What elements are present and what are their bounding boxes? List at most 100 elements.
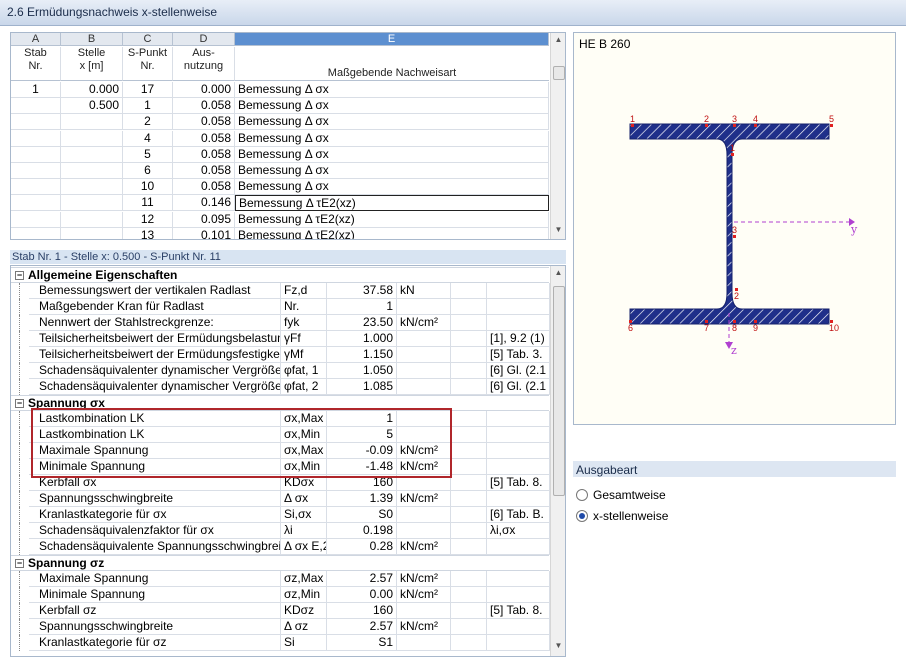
section-header[interactable]: − Allgemeine Eigenschaften <box>11 267 549 283</box>
table-cell-art[interactable]: Bemessung Δ σx <box>235 163 549 179</box>
table-cell-ausnutzung[interactable]: 0.058 <box>173 114 235 131</box>
table-cell-ausnutzung[interactable]: 0.101 <box>173 227 235 239</box>
table-cell-stab[interactable]: 1 <box>11 82 61 98</box>
table-cell-ausnutzung[interactable]: 0.058 <box>173 130 235 147</box>
property-sym: γMf <box>281 347 327 363</box>
table-cell-stab[interactable] <box>11 114 61 131</box>
table-cell-ausnutzung[interactable]: 0.095 <box>173 211 235 228</box>
section-point-label: 8 <box>732 323 738 333</box>
section-point-marker <box>754 320 757 323</box>
table-cell-stelle[interactable] <box>61 195 123 212</box>
table-cell-ausnutzung[interactable]: 0.058 <box>173 98 235 115</box>
property-val: 160 <box>327 603 397 619</box>
table-cell-spunkt[interactable]: 4 <box>123 130 173 147</box>
table-cell-ausnutzung[interactable]: 0.000 <box>173 82 235 98</box>
table-cell-spunkt[interactable]: 5 <box>123 146 173 163</box>
radio-gesamtweise-label[interactable]: Gesamtweise <box>593 488 666 502</box>
property-label: Maximale Spannung <box>29 571 281 587</box>
collapse-icon[interactable]: − <box>15 559 24 568</box>
section-point-marker <box>830 124 833 127</box>
table-cell-stelle[interactable] <box>61 227 123 239</box>
property-sym: Δ σx <box>281 491 327 507</box>
property-blank <box>451 619 487 635</box>
property-val: 1.150 <box>327 347 397 363</box>
table-cell-spunkt[interactable]: 11 <box>123 195 173 212</box>
col-header-b[interactable]: B <box>61 33 123 46</box>
table-scrollbar[interactable]: ▲ ▼ <box>550 33 565 239</box>
table-cell-ausnutzung[interactable]: 0.058 <box>173 163 235 179</box>
col-header-c[interactable]: C <box>123 33 173 46</box>
table-cell-ausnutzung[interactable]: 0.146 <box>173 195 235 212</box>
radio-x-stellenweise[interactable] <box>576 510 588 522</box>
scroll-up-arrow[interactable]: ▲ <box>551 268 565 282</box>
table-cell-stelle[interactable] <box>61 146 123 163</box>
property-sym: λi <box>281 523 327 539</box>
scroll-thumb[interactable] <box>553 286 565 496</box>
output-group-title: Ausgabeart <box>573 461 896 477</box>
table-cell-spunkt[interactable]: 1 <box>123 98 173 115</box>
property-val: 37.58 <box>327 283 397 299</box>
table-cell-stelle[interactable]: 0.000 <box>61 82 123 98</box>
property-blank <box>451 523 487 539</box>
scroll-up-arrow[interactable]: ▲ <box>551 35 565 49</box>
tree-line <box>19 523 29 539</box>
radio-x-stellenweise-label[interactable]: x-stellenweise <box>593 509 668 523</box>
table-cell-art[interactable]: Bemessung Δ σx <box>235 98 549 115</box>
table-cell-art[interactable]: Bemessung Δ σx <box>235 179 549 196</box>
radio-gesamtweise[interactable] <box>576 489 588 501</box>
collapse-icon[interactable]: − <box>15 399 24 408</box>
table-cell-ausnutzung[interactable]: 0.058 <box>173 146 235 163</box>
table-cell-stab[interactable] <box>11 179 61 196</box>
property-unit <box>397 635 451 651</box>
col-header-d[interactable]: D <box>173 33 235 46</box>
section-header[interactable]: − Spannung σz <box>11 555 549 571</box>
table-cell-stab[interactable] <box>11 195 61 212</box>
table-cell-spunkt[interactable]: 10 <box>123 179 173 196</box>
table-cell-stab[interactable] <box>11 227 61 239</box>
property-blank <box>451 475 487 491</box>
table-cell-spunkt[interactable]: 6 <box>123 163 173 179</box>
collapse-icon[interactable]: − <box>15 271 24 280</box>
col-header-a[interactable]: A <box>11 33 61 46</box>
tree-line <box>19 491 29 507</box>
table-cell-art[interactable]: Bemessung Δ σx <box>235 114 549 131</box>
scroll-thumb[interactable] <box>553 66 565 80</box>
table-cell-stelle[interactable] <box>61 114 123 131</box>
table-cell-stab[interactable] <box>11 146 61 163</box>
section-point-label: 10 <box>829 323 840 333</box>
table-cell-ausnutzung[interactable]: 0.058 <box>173 179 235 196</box>
table-cell-spunkt[interactable]: 17 <box>123 82 173 98</box>
table-cell-stab[interactable] <box>11 211 61 228</box>
property-ref: [6] Tab. B. <box>487 507 550 523</box>
section-point-marker <box>733 124 736 127</box>
table-cell-art[interactable]: Bemessung Δ σx <box>235 130 549 147</box>
scroll-down-arrow[interactable]: ▼ <box>551 225 565 239</box>
property-blank <box>451 587 487 603</box>
table-cell-spunkt[interactable]: 2 <box>123 114 173 131</box>
property-unit <box>397 523 451 539</box>
table-cell-stab[interactable] <box>11 163 61 179</box>
scroll-down-arrow[interactable]: ▼ <box>551 641 565 655</box>
section-point-label: 6 <box>628 323 634 333</box>
table-cell-stab[interactable] <box>11 130 61 147</box>
col-header-e[interactable]: E <box>235 33 549 46</box>
property-blank <box>451 331 487 347</box>
properties-scrollbar[interactable]: ▲ ▼ <box>550 266 565 656</box>
property-ref <box>487 443 550 459</box>
table-cell-spunkt[interactable]: 13 <box>123 227 173 239</box>
property-label: Maßgebender Kran für Radlast <box>29 299 281 315</box>
table-cell-art[interactable]: Bemessung Δ σx <box>235 82 549 98</box>
table-cell-art[interactable]: Bemessung Δ τE2(xz) <box>235 227 549 239</box>
table-cell-stelle[interactable] <box>61 163 123 179</box>
table-cell-spunkt[interactable]: 12 <box>123 211 173 228</box>
property-ref <box>487 491 550 507</box>
table-cell-stelle[interactable] <box>61 179 123 196</box>
table-cell-art[interactable]: Bemessung Δ τE2(xz) <box>235 211 549 228</box>
table-cell-art[interactable]: Bemessung Δ τE2(xz) <box>235 195 549 212</box>
table-cell-art[interactable]: Bemessung Δ σx <box>235 146 549 163</box>
table-cell-stelle[interactable] <box>61 211 123 228</box>
table-cell-stab[interactable] <box>11 98 61 115</box>
table-cell-stelle[interactable]: 0.500 <box>61 98 123 115</box>
table-cell-stelle[interactable] <box>61 130 123 147</box>
result-table: A B C D E Stab Nr. Stelle x [m] S-Punkt Nr.… <box>10 32 566 240</box>
